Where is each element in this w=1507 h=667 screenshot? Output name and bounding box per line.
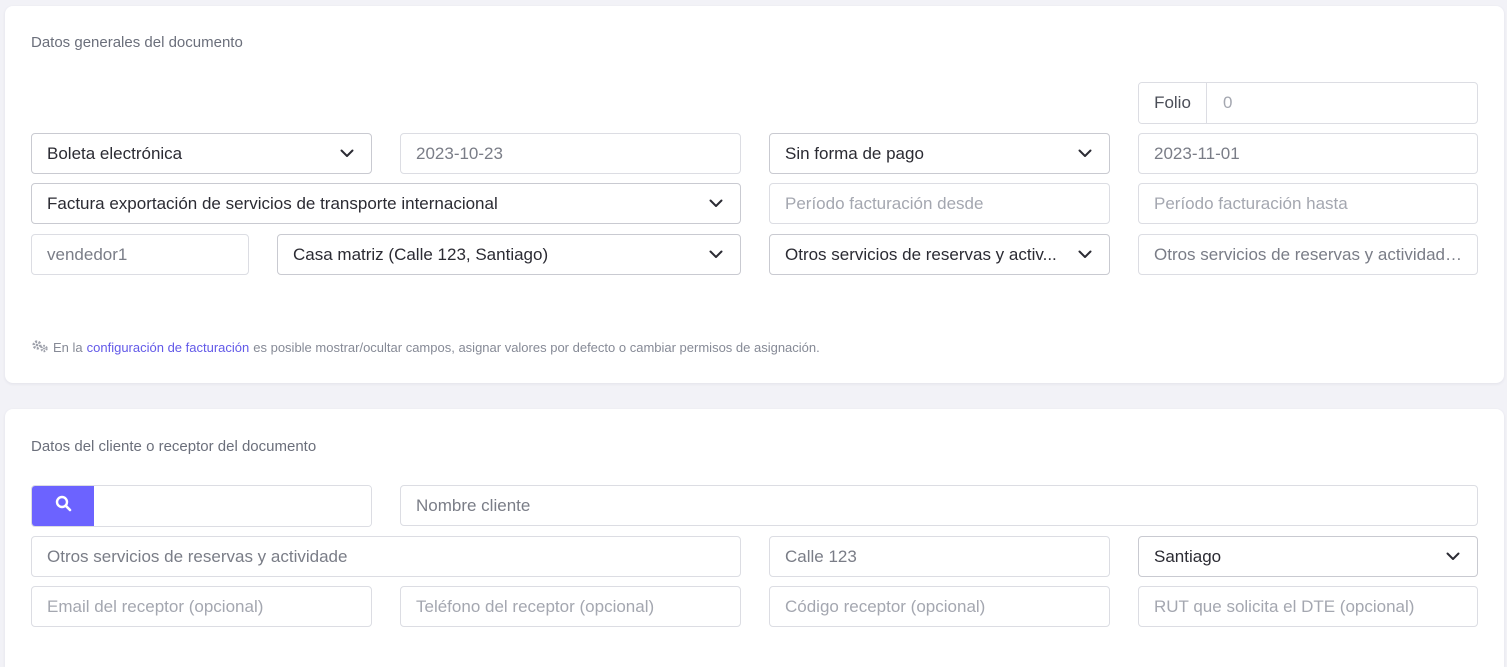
client-search-group[interactable]: [31, 485, 372, 527]
payment-form-select[interactable]: Sin forma de pago: [769, 133, 1110, 174]
commune-value: Santiago: [1154, 546, 1222, 566]
period-from-input[interactable]: Período facturación desde: [769, 183, 1110, 224]
client-email-input[interactable]: Email del receptor (opcional): [31, 586, 372, 627]
client-address-value: Calle 123: [785, 546, 857, 566]
branch-value: Casa matriz (Calle 123, Santiago): [293, 244, 549, 264]
settings-note: En la configuración de facturación es po…: [31, 339, 820, 356]
issue-date-input[interactable]: 2023-10-23: [400, 133, 741, 174]
chevron-down-icon: [1076, 145, 1094, 163]
search-button[interactable]: [32, 486, 94, 526]
client-data-title: Datos del cliente o receptor del documen…: [31, 438, 317, 455]
chevron-down-icon: [338, 145, 356, 163]
client-address-input[interactable]: Calle 123: [769, 536, 1110, 577]
general-data-card: Datos generales del documento Folio 0 Bo…: [5, 6, 1504, 383]
client-name-placeholder: Nombre cliente: [416, 495, 531, 515]
period-from-placeholder: Período facturación desde: [785, 193, 984, 213]
client-rut-requester-placeholder: RUT que solicita el DTE (opcional): [1154, 596, 1415, 616]
client-code-input[interactable]: Código receptor (opcional): [769, 586, 1110, 627]
client-activity-input[interactable]: Otros servicios de reservas y actividade: [31, 536, 741, 577]
commune-select[interactable]: Santiago: [1138, 536, 1478, 577]
client-data-card: Datos del cliente o receptor del documen…: [5, 409, 1504, 667]
due-date-input[interactable]: 2023-11-01: [1138, 133, 1478, 174]
issue-date-value: 2023-10-23: [416, 143, 503, 163]
folio-group[interactable]: Folio 0: [1138, 82, 1478, 124]
service-text-input[interactable]: Otros servicios de reservas y actividade…: [1138, 234, 1478, 275]
general-data-title: Datos generales del documento: [31, 34, 243, 51]
folio-label: Folio: [1139, 83, 1207, 123]
client-phone-placeholder: Teléfono del receptor (opcional): [416, 596, 655, 616]
period-to-input[interactable]: Período facturación hasta: [1138, 183, 1478, 224]
service-text-value: Otros servicios de reservas y actividade…: [1154, 244, 1462, 264]
client-phone-input[interactable]: Teléfono del receptor (opcional): [400, 586, 741, 627]
period-to-placeholder: Período facturación hasta: [1154, 193, 1348, 213]
client-code-placeholder: Código receptor (opcional): [785, 596, 986, 616]
client-name-input[interactable]: Nombre cliente: [400, 485, 1478, 526]
seller-value: vendedor1: [47, 244, 128, 264]
due-date-value: 2023-11-01: [1154, 143, 1240, 163]
branch-select[interactable]: Casa matriz (Calle 123, Santiago): [277, 234, 741, 275]
chevron-down-icon: [707, 195, 725, 213]
payment-form-value: Sin forma de pago: [785, 143, 924, 163]
document-type-value: Boleta electrónica: [47, 143, 183, 163]
note-suffix: es posible mostrar/ocultar campos, asign…: [253, 340, 820, 355]
export-type-value: Factura exportación de servicios de tran…: [47, 193, 498, 213]
client-rut-input[interactable]: [94, 486, 371, 526]
gears-icon: [31, 339, 49, 356]
client-activity-value: Otros servicios de reservas y actividade: [47, 546, 348, 566]
search-icon: [55, 495, 72, 517]
export-type-select[interactable]: Factura exportación de servicios de tran…: [31, 183, 741, 224]
billing-config-link[interactable]: configuración de facturación: [87, 340, 250, 355]
note-prefix: En la: [53, 340, 83, 355]
client-rut-requester-input[interactable]: RUT que solicita el DTE (opcional): [1138, 586, 1478, 627]
document-type-select[interactable]: Boleta electrónica: [31, 133, 372, 174]
chevron-down-icon: [707, 246, 725, 264]
folio-input[interactable]: 0: [1207, 83, 1477, 123]
chevron-down-icon: [1444, 548, 1462, 566]
chevron-down-icon: [1076, 246, 1094, 264]
client-email-placeholder: Email del receptor (opcional): [47, 596, 264, 616]
service-select-value: Otros servicios de reservas y activ...: [785, 244, 1057, 264]
seller-input[interactable]: vendedor1: [31, 234, 249, 275]
service-select[interactable]: Otros servicios de reservas y activ...: [769, 234, 1110, 275]
